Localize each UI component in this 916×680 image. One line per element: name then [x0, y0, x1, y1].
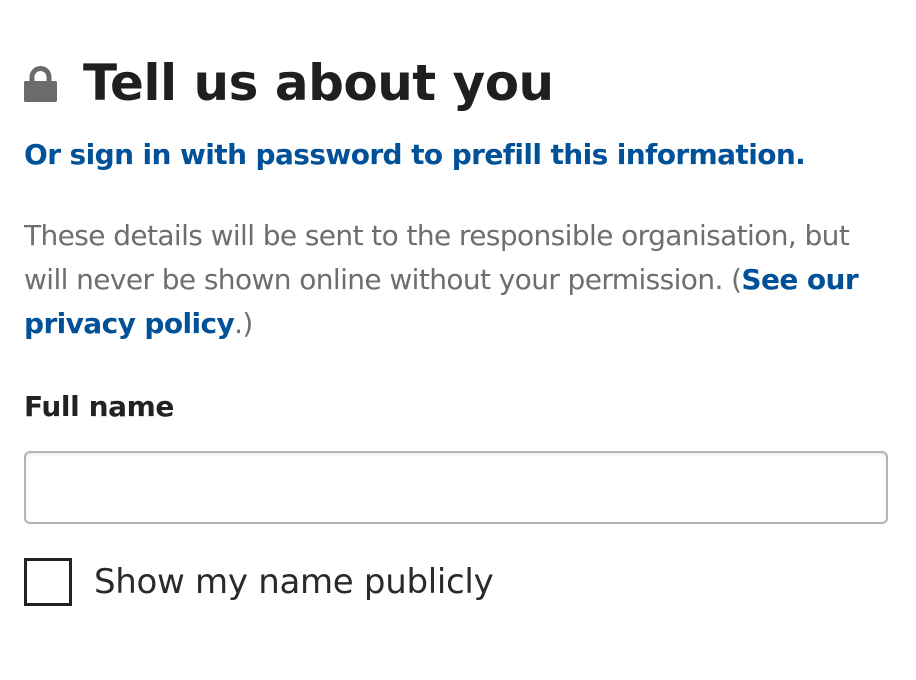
privacy-notice-suffix: .): [234, 307, 253, 340]
show-name-publicly-row[interactable]: Show my name publicly: [24, 556, 494, 608]
lock-icon: [24, 66, 57, 102]
privacy-notice: These details will be sent to the respon…: [24, 214, 892, 346]
full-name-label: Full name: [24, 390, 175, 423]
section-heading: Tell us about you: [24, 48, 554, 118]
privacy-notice-text: These details will be sent to the respon…: [24, 219, 850, 296]
sign-in-prefill-link[interactable]: Or sign in with password to prefill this…: [24, 138, 806, 171]
show-name-publicly-checkbox[interactable]: [24, 558, 72, 606]
page-title: Tell us about you: [83, 54, 554, 112]
show-name-publicly-label[interactable]: Show my name publicly: [94, 562, 494, 602]
full-name-input[interactable]: [24, 451, 888, 524]
